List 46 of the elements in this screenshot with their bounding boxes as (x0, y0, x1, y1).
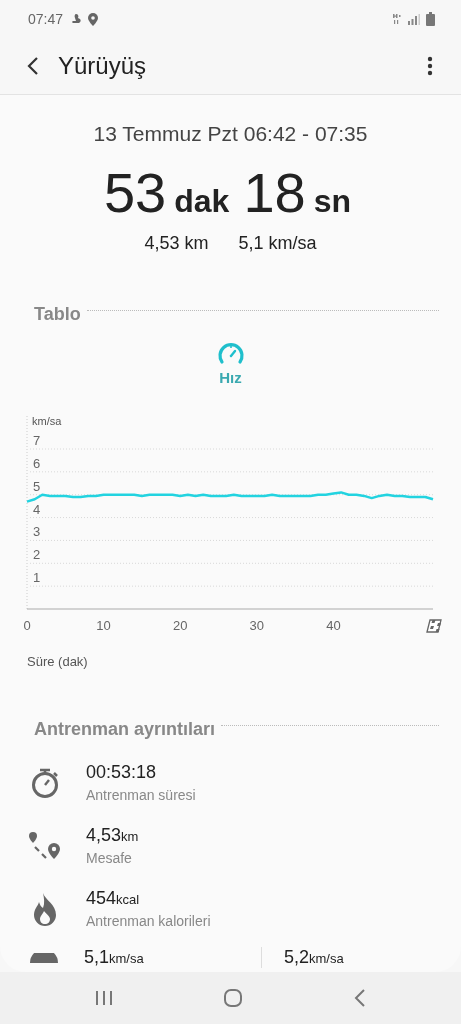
y-tick-label: 1 (33, 570, 41, 586)
status-time: 07:47 (28, 11, 64, 27)
duration-value: 18 (243, 160, 306, 225)
x-tick-label: 20 (172, 618, 188, 633)
y-axis-label: km/sa (32, 415, 62, 427)
y-tick-label: 7 (33, 433, 41, 448)
detail-label: Mesafe (86, 850, 133, 866)
duration-value: 53 (103, 160, 167, 225)
x-tick-label: 40 (326, 618, 341, 633)
network-icon (392, 13, 402, 25)
detail-label: Antrenman süresi (86, 787, 196, 803)
detail-value: 00:53:18 (86, 762, 158, 783)
detail-value: 5,2km/sa (261, 947, 461, 968)
speedometer-icon (215, 343, 246, 365)
home-icon (223, 988, 244, 1008)
screen-title: Yürüyüş (58, 52, 147, 80)
chevron-left-icon (353, 989, 366, 1007)
summary-stat: 5,1 km/sa (238, 233, 317, 254)
section-title: Tablo (34, 304, 81, 325)
detail-value: 4,53km (86, 825, 139, 846)
detail-label: Antrenman kalorileri (86, 913, 211, 929)
duration-unit: sn (313, 183, 352, 220)
y-tick-label: 5 (33, 478, 41, 494)
x-tick-label: 0 (23, 618, 31, 633)
chevron-left-icon (26, 56, 40, 76)
x-axis-title: Süre (dak) (27, 654, 89, 669)
x-tick-label: 10 (96, 618, 111, 633)
y-tick-label: 6 (33, 455, 41, 471)
x-tick-label: 30 (249, 618, 265, 633)
summary-stat: 4,53 km (144, 233, 209, 254)
section-title: Antrenman ayrıntıları (34, 719, 216, 740)
detail-value: 454kcal (86, 888, 141, 909)
detail-value: 5,1km/sa (84, 947, 145, 968)
recent-apps-icon (95, 990, 114, 1006)
more-vertical-icon (427, 56, 433, 76)
location-icon (88, 12, 99, 26)
finish-flag-icon (426, 619, 442, 633)
duration-unit: dak (174, 183, 230, 220)
metric-tab[interactable]: Hız (209, 341, 252, 388)
date-range: 13 Temmuz Pzt 06:42 - 07:35 (92, 122, 369, 146)
y-tick-label: 3 (33, 524, 41, 540)
signal-icon (408, 13, 420, 25)
battery-icon (426, 12, 435, 26)
notification-icon (71, 13, 83, 25)
y-tick-label: 4 (33, 501, 41, 517)
y-tick-label: 2 (33, 547, 41, 563)
